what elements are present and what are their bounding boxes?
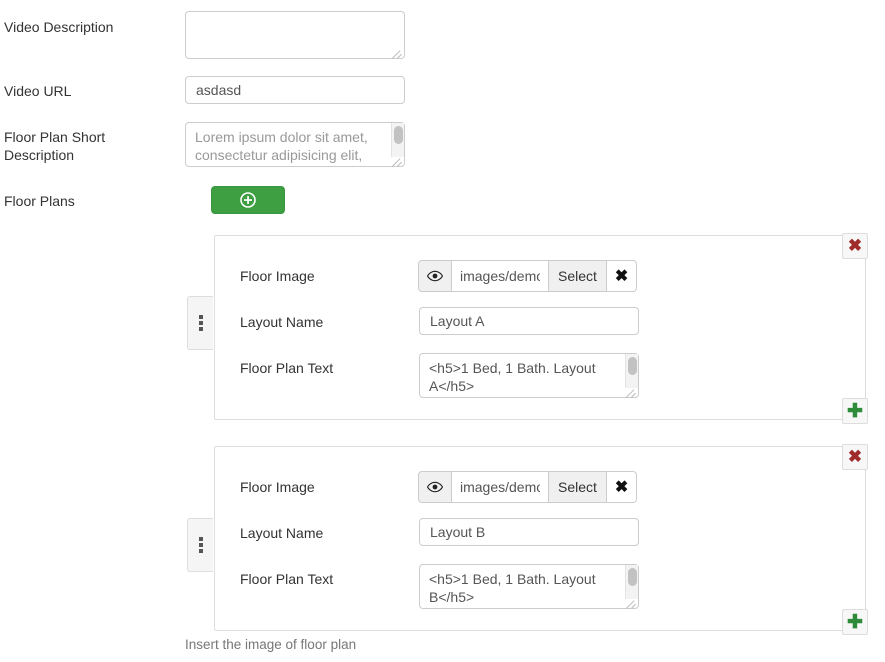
floor-plan-text-label: Floor Plan Text xyxy=(240,570,333,588)
video-url-input[interactable] xyxy=(185,76,405,104)
video-description-textarea[interactable] xyxy=(185,11,405,59)
row-drag-handle[interactable] xyxy=(187,296,213,350)
floor-plan-text-scrollbar[interactable] xyxy=(625,354,638,388)
row-add-button[interactable]: ✚ xyxy=(842,398,868,424)
floor-image-path-input[interactable] xyxy=(452,471,548,503)
row-add-button[interactable]: ✚ xyxy=(842,609,868,635)
layout-name-label: Layout Name xyxy=(240,524,323,542)
floor-plan-short-description-resize-grip[interactable] xyxy=(391,154,404,167)
floor-plans-label: Floor Plans xyxy=(4,192,75,210)
floor-plans-add-button[interactable] xyxy=(211,186,285,214)
row-delete-button[interactable]: ✖ xyxy=(842,444,868,470)
floor-plan-text-textarea[interactable] xyxy=(419,353,639,398)
floor-plan-text-scrollbar[interactable] xyxy=(625,565,638,599)
floor-plan-short-description-textarea[interactable] xyxy=(185,122,405,167)
drag-dots-icon xyxy=(199,537,203,553)
floor-image-clear-button[interactable]: ✖ xyxy=(607,260,637,292)
eye-icon[interactable] xyxy=(418,471,452,503)
floor-plans-help-text: Insert the image of floor plan xyxy=(185,637,356,652)
floor-image-clear-button[interactable]: ✖ xyxy=(607,471,637,503)
floor-plan-row: Floor Image Select ✖ Layout Name Floor P… xyxy=(214,446,866,631)
floor-image-select-button[interactable]: Select xyxy=(548,471,607,503)
video-description-label: Video Description xyxy=(4,18,113,36)
floor-plan-text-label: Floor Plan Text xyxy=(240,359,333,377)
floor-image-input-group: Select ✖ xyxy=(418,471,637,503)
video-url-label: Video URL xyxy=(4,82,71,100)
layout-name-input[interactable] xyxy=(419,518,639,546)
video-description-resize-grip[interactable] xyxy=(391,46,404,59)
layout-name-label: Layout Name xyxy=(240,313,323,331)
floor-image-select-button[interactable]: Select xyxy=(548,260,607,292)
floor-plan-text-textarea[interactable] xyxy=(419,564,639,609)
layout-name-input[interactable] xyxy=(419,307,639,335)
plus-circle-icon xyxy=(240,192,256,208)
floor-plan-short-description-scrollbar[interactable] xyxy=(391,123,404,157)
floor-plan-row: Floor Image Select ✖ Layout Name Floor P… xyxy=(214,235,866,420)
floor-image-path-input[interactable] xyxy=(452,260,548,292)
floor-image-label: Floor Image xyxy=(240,267,315,285)
floor-plan-text-resize-grip[interactable] xyxy=(625,596,638,609)
floor-plan-text-resize-grip[interactable] xyxy=(625,385,638,398)
drag-dots-icon xyxy=(199,315,203,331)
eye-icon[interactable] xyxy=(418,260,452,292)
row-delete-button[interactable]: ✖ xyxy=(842,233,868,259)
floor-image-label: Floor Image xyxy=(240,478,315,496)
form-page: Video Description Video URL Floor Plan S… xyxy=(0,0,885,662)
floor-image-input-group: Select ✖ xyxy=(418,260,637,292)
floor-plan-short-description-label: Floor Plan Short Description xyxy=(4,128,105,164)
row-drag-handle[interactable] xyxy=(187,518,213,572)
